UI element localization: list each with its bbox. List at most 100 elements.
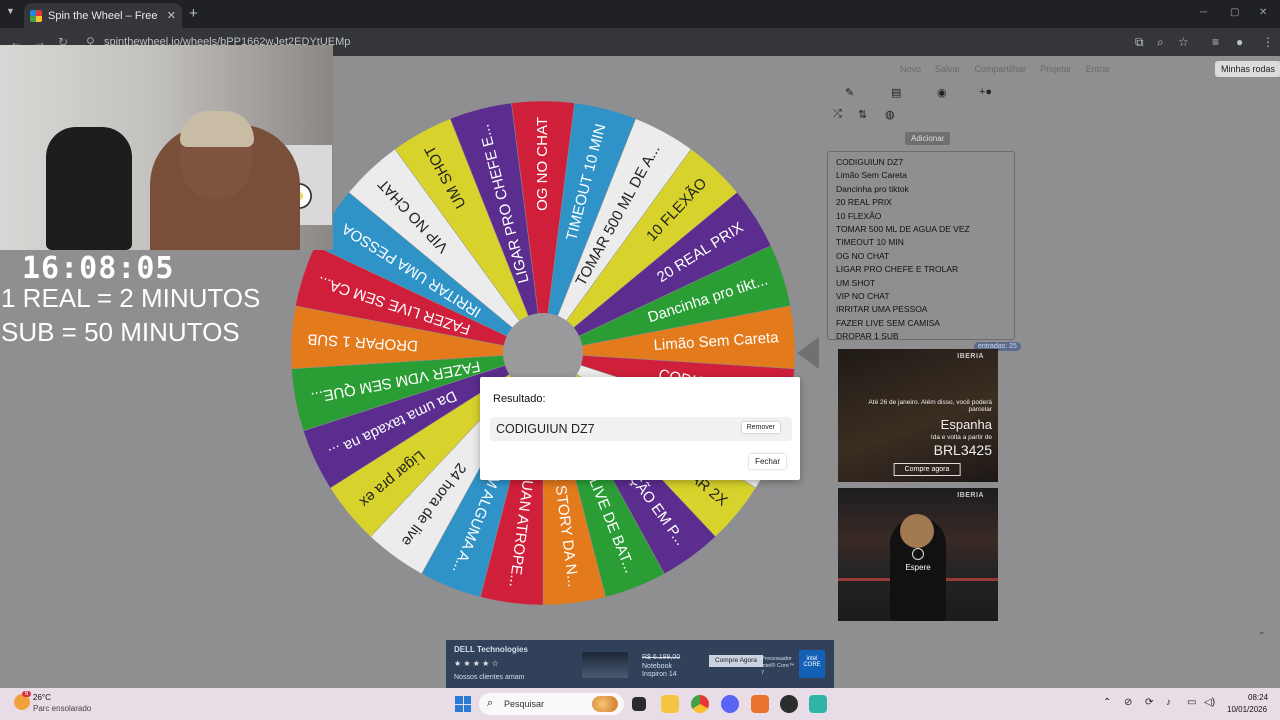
rating-stars-icon: ★ ★ ★ ★ ☆ bbox=[454, 659, 499, 668]
ad-destination: Espanha bbox=[940, 417, 992, 432]
entry-item[interactable]: 10 FLEXÃO bbox=[836, 210, 1006, 223]
notepad-icon[interactable] bbox=[809, 695, 827, 713]
entry-item[interactable]: CODIGUIUN DZ7 bbox=[836, 156, 1006, 169]
iberia-ad-1[interactable]: IBERIA Até 26 de janeiro. Além disso, vo… bbox=[838, 349, 998, 482]
bookmark-star-icon[interactable]: ☆ bbox=[1178, 35, 1189, 49]
result-row: CODIGUIUN DZ7 Remover bbox=[490, 417, 792, 441]
ad-price: BRL3425 bbox=[933, 442, 992, 458]
entry-item[interactable]: OG NO CHAT bbox=[836, 250, 1006, 263]
profile-avatar-icon[interactable]: ● bbox=[1236, 35, 1243, 49]
zoom-icon[interactable]: ⌕ bbox=[1157, 35, 1164, 50]
subathon-timer: 16:08:05 bbox=[22, 251, 175, 286]
webcam-overlay bbox=[0, 45, 333, 250]
entry-item[interactable]: LIGAR PRO CHEFE E TROLAR bbox=[836, 263, 1006, 276]
search-icon: ⌕ bbox=[487, 697, 494, 709]
hide-eye-icon[interactable]: ◉ bbox=[937, 86, 947, 99]
entry-item[interactable]: FAZER LIVE SEM CAMISA bbox=[836, 317, 1006, 330]
entry-item[interactable]: UM SHOT bbox=[836, 277, 1006, 290]
entry-item[interactable]: DROPAR 1 SUB bbox=[836, 330, 1006, 339]
ad-buy-button[interactable]: Compre agora bbox=[893, 463, 961, 476]
project-link[interactable]: Projetar bbox=[1040, 64, 1072, 74]
cam-hair bbox=[180, 111, 254, 147]
ad-line-1: Até 26 de janeiro. Além disso, você pode… bbox=[868, 399, 992, 413]
new-tab-button[interactable]: + bbox=[189, 5, 198, 22]
start-icon[interactable] bbox=[455, 696, 471, 712]
tab-title: Spin the Wheel – Free and easy bbox=[48, 9, 161, 22]
entry-item[interactable]: TOMAR 500 ML DE AGUA DE VEZ bbox=[836, 223, 1006, 236]
entry-item[interactable]: VIP NO CHAT bbox=[836, 290, 1006, 303]
ad-figure-head bbox=[900, 514, 934, 548]
task-view-icon[interactable] bbox=[632, 697, 646, 711]
dell-ad[interactable]: DELL Technologies ★ ★ ★ ★ ☆ Nossos clien… bbox=[446, 640, 834, 688]
entries-list[interactable]: CODIGUIUN DZ7 Limão Sem Careta Dancinha pr… bbox=[827, 151, 1015, 340]
app-a-icon[interactable] bbox=[751, 695, 769, 713]
close-button[interactable]: Fechar bbox=[749, 454, 786, 469]
ad-line-2: Ida e volta a partir de bbox=[930, 434, 992, 441]
tab-close-icon[interactable]: ✕ bbox=[167, 9, 176, 22]
minimize-icon[interactable]: ─ bbox=[1200, 7, 1207, 18]
taskbar-search[interactable]: ⌕ Pesquisar bbox=[479, 693, 624, 715]
screen: ▼ Spin the Wheel – Free and easy ✕ + ─ ▢… bbox=[0, 0, 1280, 720]
obs-icon[interactable] bbox=[780, 695, 798, 713]
results-icon[interactable]: ▤ bbox=[891, 86, 901, 99]
ad-brand-logo: IBERIA bbox=[957, 353, 984, 360]
menu-icon[interactable]: ⋮ bbox=[1262, 35, 1274, 49]
weather-badge: 6 bbox=[22, 691, 32, 697]
tray-app-icon[interactable]: ⊘ bbox=[1124, 697, 1132, 708]
dell-buy-button[interactable]: Compre Agora bbox=[709, 655, 763, 667]
add-color-icon[interactable]: +● bbox=[979, 86, 992, 98]
clock-date[interactable]: 10/01/2026 bbox=[1227, 705, 1267, 714]
shuffle-icon[interactable]: ⤮ bbox=[833, 108, 842, 121]
tab-search-icon[interactable]: ▼ bbox=[6, 6, 15, 16]
reading-list-icon[interactable]: ≡ bbox=[1212, 35, 1219, 49]
entry-item[interactable]: IRRITAR UMA PESSOA bbox=[836, 303, 1006, 316]
ad-brand-logo: IBERIA bbox=[957, 492, 984, 499]
ad-wait-label: Espere bbox=[905, 563, 931, 572]
wheel-pointer bbox=[797, 337, 819, 369]
entry-item[interactable]: TIMEOUT 10 MIN bbox=[836, 236, 1006, 249]
remove-button[interactable]: Remover bbox=[741, 422, 780, 433]
weather-temp[interactable]: 26°C bbox=[33, 693, 51, 702]
scroll-down-icon[interactable]: ⌄ bbox=[1258, 626, 1266, 637]
edit-pencil-icon[interactable]: ✎ bbox=[845, 86, 854, 99]
share-link[interactable]: Compartilhar bbox=[975, 64, 1027, 74]
file-explorer-icon[interactable] bbox=[661, 695, 679, 713]
image-icon[interactable]: ◍ bbox=[885, 108, 895, 121]
result-value: CODIGUIUN DZ7 bbox=[496, 422, 595, 436]
network-icon[interactable]: ▭ bbox=[1187, 697, 1196, 708]
tray-expand-icon[interactable]: ⌃ bbox=[1103, 697, 1111, 708]
rate-line-1: 1 REAL = 2 MINUTOS bbox=[1, 283, 261, 313]
entry-item[interactable]: 20 REAL PRIX bbox=[836, 196, 1006, 209]
maximize-icon[interactable]: ▢ bbox=[1230, 7, 1239, 18]
login-link[interactable]: Entrar bbox=[1086, 64, 1111, 74]
entry-item[interactable]: Dancinha pro tiktok bbox=[836, 183, 1006, 196]
search-highlight-icon bbox=[592, 696, 618, 712]
microphone-icon[interactable]: ♪ bbox=[1166, 697, 1171, 708]
volume-icon[interactable]: ◁) bbox=[1204, 697, 1215, 708]
weather-desc[interactable]: Parc ensolarado bbox=[33, 704, 91, 713]
new-wheel-link[interactable]: Novo bbox=[900, 64, 921, 74]
entry-item[interactable]: Limão Sem Careta bbox=[836, 169, 1006, 182]
result-dialog: Resultado: CODIGUIUN DZ7 Remover Fechar bbox=[480, 377, 800, 480]
browser-tab[interactable]: Spin the Wheel – Free and easy ✕ bbox=[24, 3, 182, 28]
loading-spinner-icon bbox=[912, 548, 924, 560]
chrome-icon[interactable] bbox=[691, 695, 709, 713]
translate-icon[interactable]: ⧉ bbox=[1135, 35, 1144, 50]
close-window-icon[interactable]: ✕ bbox=[1259, 7, 1267, 18]
clock-time[interactable]: 08:24 bbox=[1248, 693, 1268, 702]
sort-icon[interactable]: ⇅ bbox=[858, 108, 867, 121]
wheel-svg[interactable]: OG NO CHAT TIMEOUT 10 MINTOMAR 500 ML DE … bbox=[290, 100, 796, 607]
rate-line-2: SUB = 50 MINUTOS bbox=[1, 317, 240, 347]
save-link[interactable]: Salvar bbox=[935, 64, 961, 74]
dialog-title: Resultado: bbox=[493, 393, 546, 405]
iberia-ad-2[interactable]: IBERIA Espere bbox=[838, 488, 998, 621]
dell-product: Notebook Inspiron 14 bbox=[642, 663, 677, 678]
cam-chair bbox=[46, 127, 132, 250]
tray-sync-icon[interactable]: ⟳ bbox=[1145, 697, 1153, 708]
add-button[interactable]: Adicionar bbox=[905, 132, 951, 145]
my-wheels-button[interactable]: Minhas rodas bbox=[1215, 61, 1280, 77]
intel-logo: intel CORE bbox=[799, 650, 825, 678]
dell-customers: Nossos clientes amam bbox=[454, 674, 525, 681]
wheel[interactable]: OG NO CHAT TIMEOUT 10 MIN TOMAR 500 ML DE … bbox=[290, 100, 796, 607]
discord-icon[interactable] bbox=[721, 695, 739, 713]
